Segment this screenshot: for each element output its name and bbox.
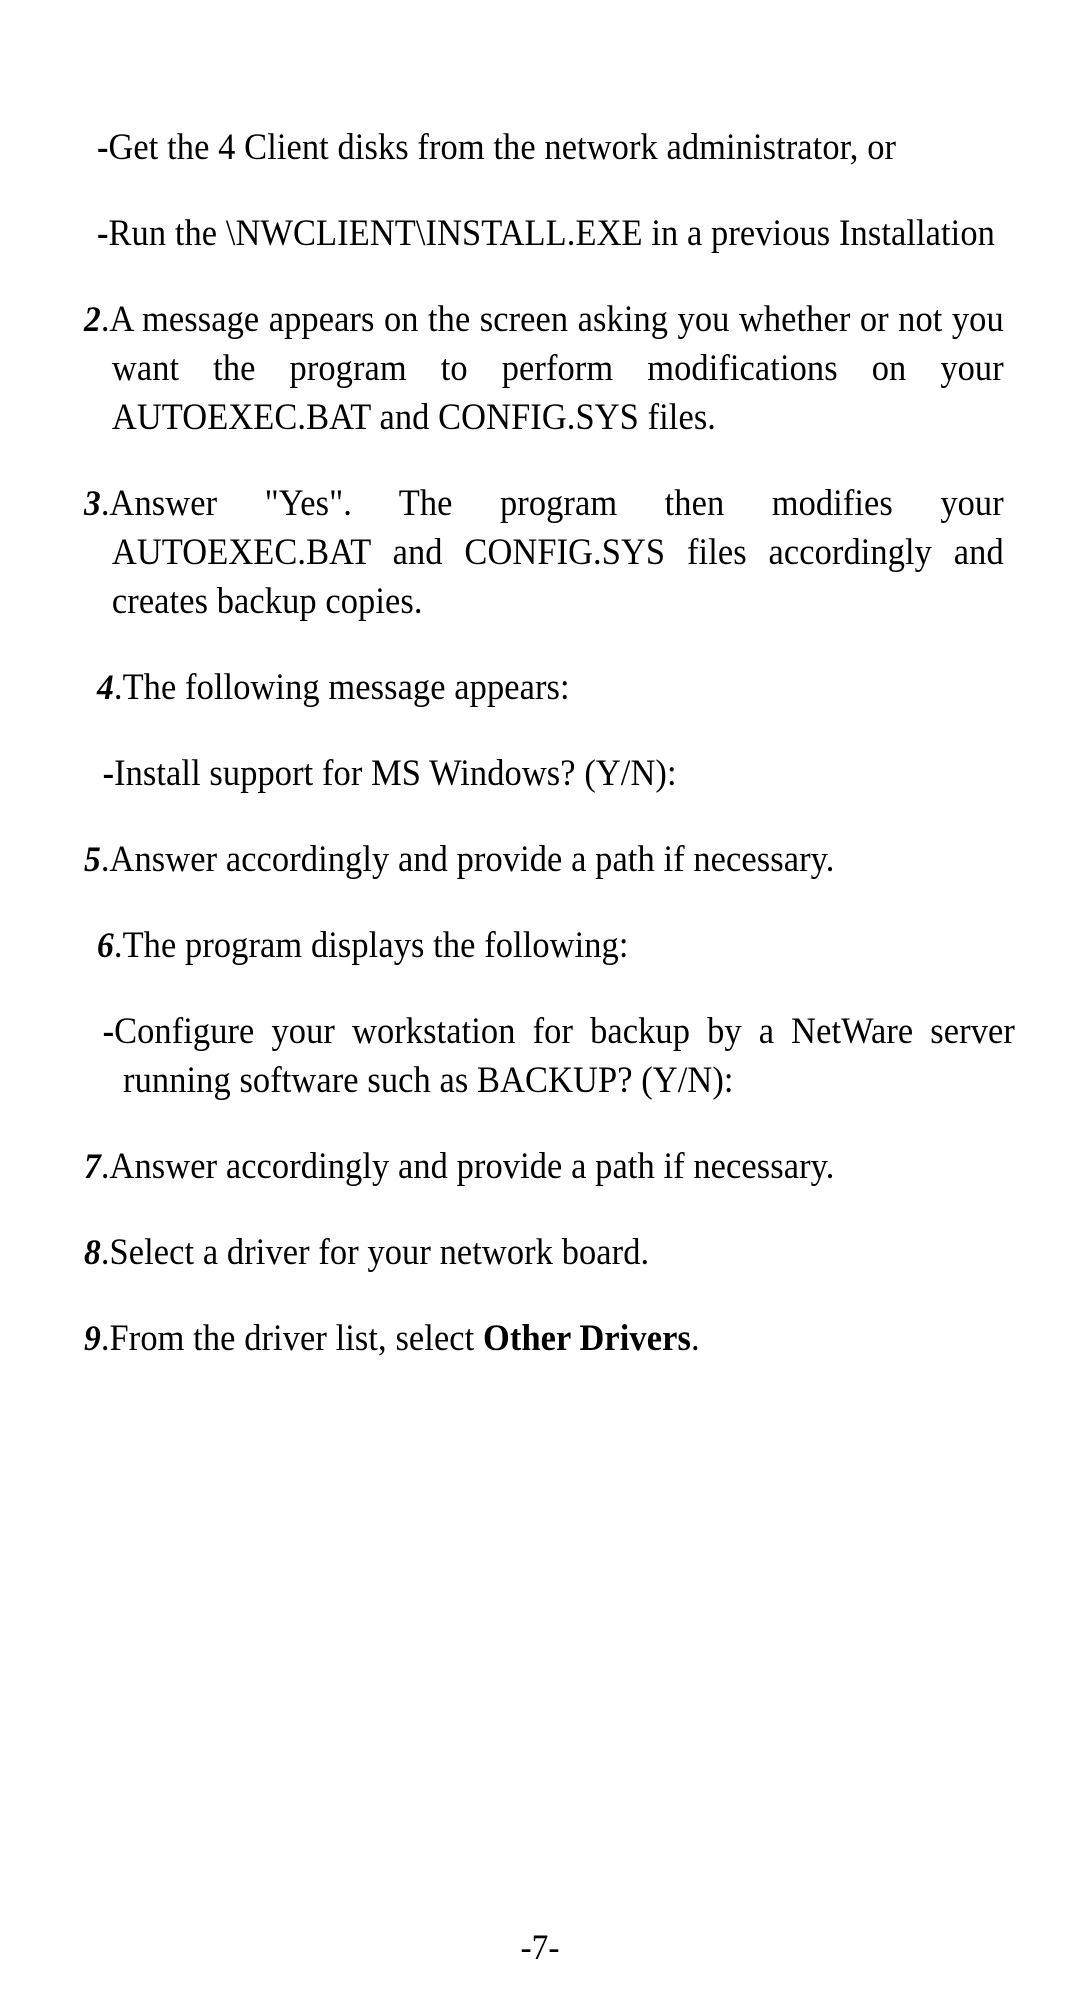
- step-text: The program displays the following:: [122, 925, 629, 966]
- step-text-tail: .: [690, 1318, 700, 1359]
- page-footer: -7-: [0, 1924, 1080, 1970]
- step-text: Get the 4 Client disks from the network …: [108, 127, 897, 168]
- step-text-emphasis: Other Drivers: [483, 1318, 691, 1359]
- step-number: 9: [84, 1318, 101, 1358]
- numbered-step: 9. From the driver list, select Other Dri…: [84, 1314, 1004, 1363]
- numbered-step: 8.Select a driver for your network board…: [84, 1228, 1004, 1277]
- bullet-item: -Get the 4 Client disks from the network…: [84, 123, 1009, 172]
- numbered-step: 4.The following message appears:: [84, 663, 1017, 712]
- step-text: Configure your workstation for backup by…: [114, 1011, 1015, 1101]
- bullet-dash: -: [102, 1011, 115, 1052]
- step-text: Install support for MS Windows? (Y/N):: [114, 753, 677, 794]
- step-number: 3: [84, 483, 101, 523]
- step-number: 2: [84, 299, 101, 339]
- step-text: The following message appears:: [122, 667, 570, 708]
- page-number: -7-: [520, 1927, 560, 1967]
- numbered-step: 2.A message appears on the screen asking…: [84, 295, 1004, 442]
- bullet-item: -Configure your workstation for backup b…: [84, 1007, 1015, 1105]
- step-text: Select a driver for your network board.: [109, 1232, 650, 1273]
- step-text: Answer accordingly and provide a path if…: [109, 1146, 835, 1187]
- step-text: Run the \NWCLIENT\INSTALL.EXE in a previ…: [108, 213, 995, 254]
- numbered-step: 7.Answer accordingly and provide a path …: [84, 1142, 1004, 1191]
- step-number: 6: [97, 925, 114, 965]
- step-number: 7: [84, 1146, 101, 1186]
- step-text: A message appears on the screen asking y…: [109, 299, 1004, 438]
- step-text: Answer "Yes". The program then modifies …: [109, 483, 1004, 622]
- numbered-step: 3.Answer "Yes". The program then modifie…: [84, 479, 1004, 626]
- step-number: 5: [84, 839, 101, 879]
- step-number: 4: [97, 667, 114, 707]
- bullet-item: -Install support for MS Windows? (Y/N):: [84, 749, 1015, 798]
- bullet-dash: -: [97, 127, 109, 168]
- step-number: 8: [84, 1232, 101, 1272]
- step-text: Answer accordingly and provide a path if…: [109, 839, 835, 880]
- step-text: From the driver list, select: [109, 1318, 484, 1359]
- numbered-step: 6.The program displays the following:: [84, 921, 1017, 970]
- bullet-item: -Run the \NWCLIENT\INSTALL.EXE in a prev…: [84, 209, 1009, 258]
- bullet-dash: -: [102, 753, 115, 794]
- numbered-step: 5.Answer accordingly and provide a path …: [84, 835, 1004, 884]
- document-page: -Get the 4 Client disks from the network…: [0, 0, 1080, 2014]
- bullet-dash: -: [97, 213, 109, 254]
- page-body-text: -Get the 4 Client disks from the network…: [84, 86, 1015, 1363]
